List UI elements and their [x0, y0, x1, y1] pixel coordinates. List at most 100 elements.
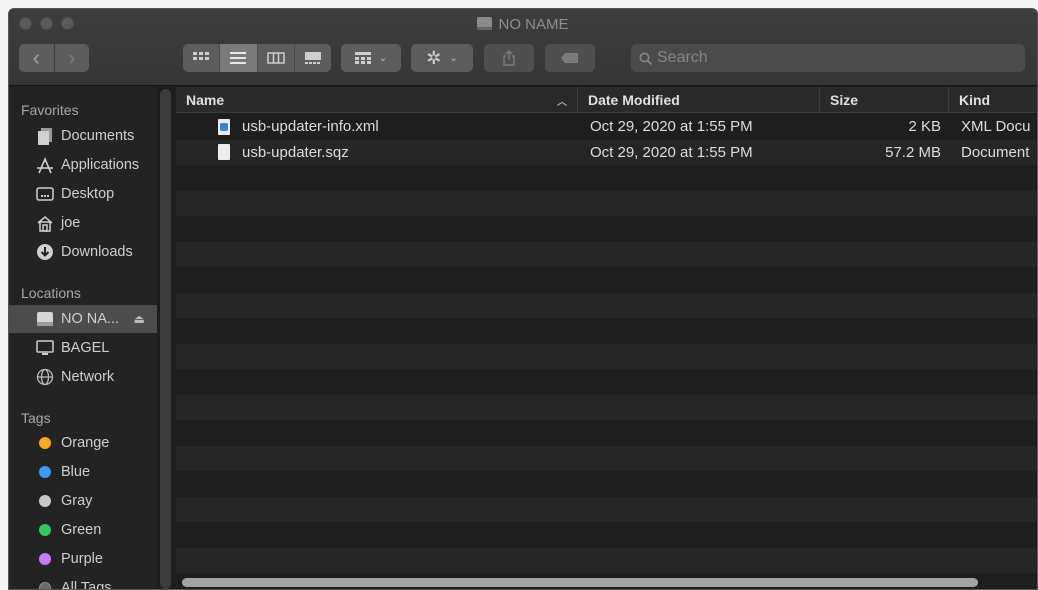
empty-row	[176, 343, 1037, 369]
empty-row	[176, 471, 1037, 497]
empty-row	[176, 216, 1037, 242]
search-icon	[639, 52, 652, 65]
sidebar-item-home[interactable]: joe	[9, 209, 157, 237]
back-button[interactable]: ‹	[19, 44, 55, 72]
gear-icon: ✲	[426, 47, 442, 68]
file-size: 2 KB	[908, 118, 941, 136]
column-view-button[interactable]	[258, 44, 295, 72]
chevron-right-icon: ›	[68, 45, 76, 70]
empty-row	[176, 190, 1037, 216]
blue-tag-dot-icon	[35, 463, 54, 481]
purple-tag-dot-icon	[35, 550, 54, 568]
column-header: Name ︿ Date Modified Size Kind	[176, 87, 1037, 113]
list-view-button[interactable]	[220, 44, 258, 72]
empty-row	[176, 292, 1037, 318]
green-tag-dot-icon	[35, 521, 54, 539]
grid-icon	[193, 52, 210, 60]
horizontal-scrollbar[interactable]	[182, 578, 978, 587]
sort-ascending-icon: ︿	[557, 96, 567, 108]
empty-row	[176, 369, 1037, 395]
file-list: Name ︿ Date Modified Size Kind usb-updat…	[176, 87, 1037, 589]
sidebar-item-network[interactable]: Network	[9, 363, 157, 391]
sidebar-tag-purple[interactable]: Purple	[9, 545, 157, 573]
computer-icon	[35, 339, 54, 357]
file-row[interactable]: usb-updater.sqz Oct 29, 2020 at 1:55 PM …	[176, 139, 1037, 166]
column-name[interactable]: Name ︿	[176, 87, 577, 113]
tags-header: Tags	[21, 410, 51, 426]
search-placeholder: Search	[657, 49, 708, 66]
empty-row	[176, 394, 1037, 420]
empty-row	[176, 267, 1037, 293]
tag-button[interactable]	[545, 44, 595, 72]
search-field[interactable]: Search	[631, 44, 1025, 72]
home-icon	[35, 214, 54, 232]
empty-row	[176, 241, 1037, 267]
chevron-left-icon: ‹	[32, 45, 40, 70]
file-date: Oct 29, 2020 at 1:55 PM	[590, 143, 753, 161]
view-mode-group	[183, 44, 331, 72]
gray-tag-dot-icon	[35, 492, 54, 510]
applications-icon	[35, 156, 54, 174]
all-tags-icon	[35, 579, 54, 589]
sidebar-item-downloads[interactable]: Downloads	[9, 238, 157, 266]
share-icon	[503, 50, 515, 66]
file-name: usb-updater.sqz	[218, 140, 349, 166]
downloads-icon	[35, 243, 54, 261]
group-icon	[354, 52, 371, 64]
file-kind: Document	[961, 143, 1030, 161]
empty-row	[176, 420, 1037, 446]
list-icon	[230, 52, 247, 64]
file-size: 57.2 MB	[885, 143, 941, 161]
drive-icon	[35, 310, 54, 328]
empty-row	[176, 522, 1037, 548]
tag-icon	[561, 53, 578, 63]
empty-row	[176, 547, 1037, 573]
sidebar-item-applications[interactable]: Applications	[9, 151, 157, 179]
action-button[interactable]: ✲ ⌄	[411, 44, 473, 72]
file-name: usb-updater-info.xml	[218, 114, 379, 140]
network-icon	[35, 368, 54, 386]
eject-icon[interactable]: ⏏	[134, 312, 145, 326]
locations-header: Locations	[21, 285, 81, 301]
sidebar-item-bagel[interactable]: BAGEL	[9, 334, 157, 362]
empty-row	[176, 165, 1037, 191]
drive-icon	[477, 17, 493, 30]
column-size[interactable]: Size	[819, 87, 948, 113]
window-title: NO NAME	[9, 16, 1037, 33]
column-kind[interactable]: Kind	[948, 87, 1037, 113]
sidebar-tag-all-tags[interactable]: All Tags...	[9, 574, 157, 589]
titlebar: NO NAME ‹ › ⌄ ✲ ⌄ Search	[9, 9, 1037, 86]
sidebar-tag-gray[interactable]: Gray	[9, 487, 157, 515]
chevron-down-icon: ⌄	[378, 52, 388, 64]
sidebar-tag-green[interactable]: Green	[9, 516, 157, 544]
file-date: Oct 29, 2020 at 1:55 PM	[590, 118, 753, 136]
gallery-view-button[interactable]	[295, 44, 331, 72]
sidebar-tag-blue[interactable]: Blue	[9, 458, 157, 486]
file-rows: usb-updater-info.xml Oct 29, 2020 at 1:5…	[176, 114, 1037, 589]
documents-icon	[35, 127, 54, 145]
finder-window: NO NAME ‹ › ⌄ ✲ ⌄ Search Favorites Docum…	[8, 8, 1038, 590]
sidebar-item-desktop[interactable]: Desktop	[9, 180, 157, 208]
sidebar-item-documents[interactable]: Documents	[9, 122, 157, 150]
columns-icon	[266, 52, 285, 64]
sidebar-tag-orange[interactable]: Orange	[9, 429, 157, 457]
empty-row	[176, 318, 1037, 344]
desktop-icon	[35, 185, 54, 203]
gallery-icon	[304, 52, 321, 64]
icon-view-button[interactable]	[183, 44, 221, 72]
column-date-modified[interactable]: Date Modified	[577, 87, 819, 113]
forward-button[interactable]: ›	[55, 44, 90, 72]
orange-tag-dot-icon	[35, 434, 54, 452]
file-row[interactable]: usb-updater-info.xml Oct 29, 2020 at 1:5…	[176, 114, 1037, 140]
favorites-header: Favorites	[21, 102, 79, 118]
share-button[interactable]	[484, 44, 534, 72]
sidebar: Favorites Documents Applications Desktop…	[9, 87, 157, 589]
sidebar-scrollbar[interactable]	[160, 89, 171, 589]
empty-row	[176, 496, 1037, 522]
empty-row	[176, 445, 1037, 471]
sidebar-item-no-name-drive[interactable]: NO NA... ⏏	[9, 305, 157, 333]
file-kind: XML Docu	[961, 118, 1031, 136]
xml-file-icon	[218, 118, 230, 135]
nav-buttons: ‹ ›	[19, 44, 89, 72]
group-by-button[interactable]: ⌄	[341, 44, 401, 72]
